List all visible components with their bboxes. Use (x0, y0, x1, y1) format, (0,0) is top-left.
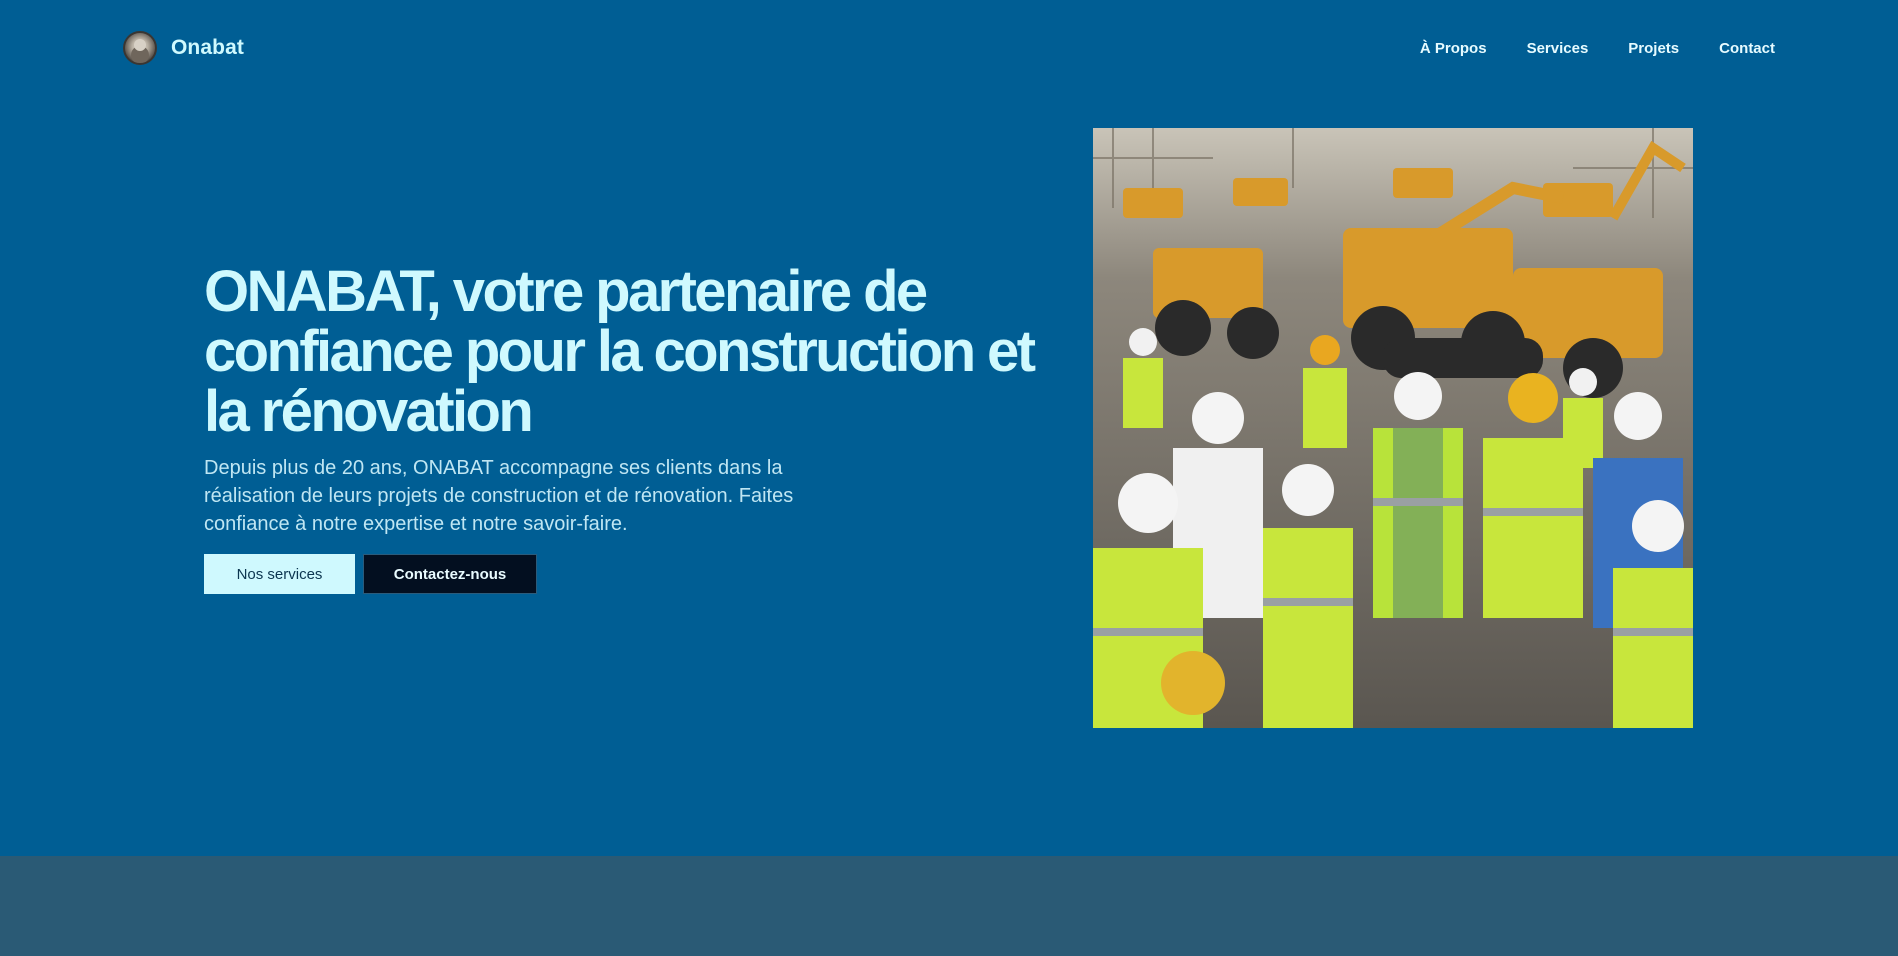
contactez-nous-button[interactable]: Contactez-nous (363, 554, 537, 594)
next-section-band (0, 856, 1898, 956)
hero-title: ONABAT, votre partenaire de confiance po… (204, 259, 1036, 444)
nav-link-a-propos[interactable]: À Propos (1420, 40, 1487, 57)
hero-buttons: Nos services Contactez-nous (204, 554, 1044, 594)
nav-link-contact[interactable]: Contact (1719, 40, 1775, 57)
nav-link-projets[interactable]: Projets (1628, 40, 1679, 57)
top-navbar: Onabat À Propos Services Projets Contact (0, 0, 1898, 96)
brand-name: Onabat (171, 36, 244, 59)
hero-section: ONABAT, votre partenaire de confiance po… (204, 262, 1044, 594)
nav-link-services[interactable]: Services (1527, 40, 1589, 57)
hero-construction-team-image (1093, 128, 1693, 728)
construction-site-illustration (1093, 128, 1693, 728)
hero-subtitle: Depuis plus de 20 ans, ONABAT accompagne… (204, 457, 794, 535)
nos-services-button[interactable]: Nos services (204, 554, 355, 594)
nav-links: À Propos Services Projets Contact (1420, 40, 1775, 57)
brand-link[interactable]: Onabat (123, 31, 244, 65)
company-logo-icon (123, 31, 157, 65)
